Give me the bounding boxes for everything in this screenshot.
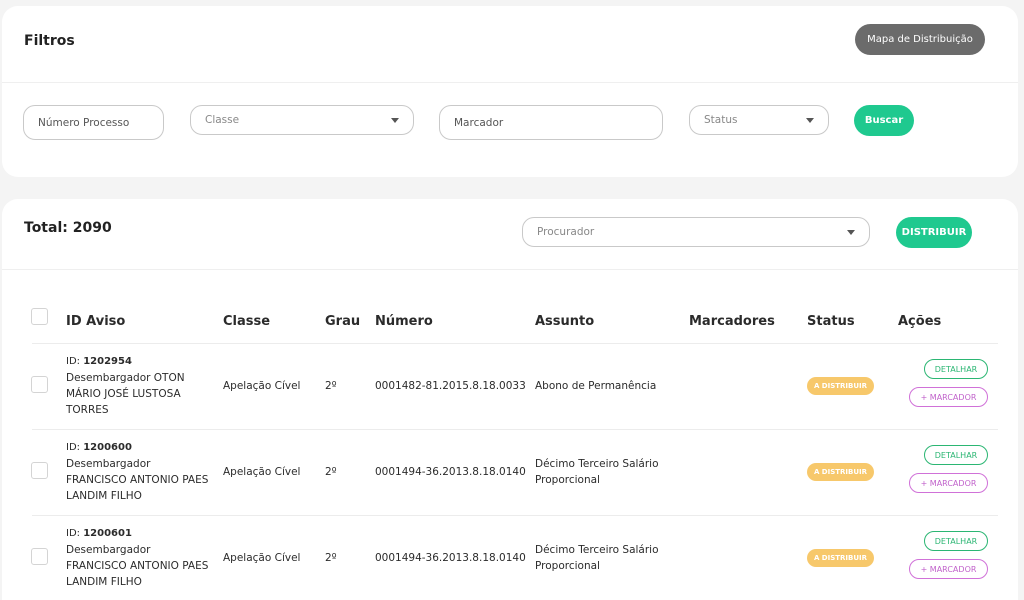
judge-name-line: FRANCISCO ANTONIO PAES bbox=[66, 474, 209, 486]
notice-id: ID: 1200601 bbox=[66, 528, 132, 539]
notice-info: ID: 1202954 Desembargador OTON MÁRIO JOS… bbox=[66, 354, 185, 418]
chevron-down-icon bbox=[847, 230, 855, 235]
notice-id: ID: 1202954 bbox=[66, 356, 132, 367]
status-badge: A DISTRIBUIR bbox=[807, 377, 874, 395]
notice-id: ID: 1200600 bbox=[66, 442, 132, 453]
filters-panel: Filtros Mapa de Distribuição Número Proc… bbox=[2, 6, 1018, 177]
col-id-aviso[interactable]: ID Aviso bbox=[66, 314, 125, 329]
judge-name-line: MÁRIO JOSÉ LUSTOSA bbox=[66, 388, 181, 400]
notice-info: ID: 1200600 Desembargador FRANCISCO ANTO… bbox=[66, 440, 208, 504]
add-marker-button[interactable]: + MARCADOR bbox=[909, 559, 988, 579]
classe-cell: Apelação Cível bbox=[223, 552, 301, 564]
distribute-button[interactable]: DISTRIBUIR bbox=[896, 217, 972, 248]
classe-cell: Apelação Cível bbox=[223, 466, 301, 478]
col-assunto[interactable]: Assunto bbox=[535, 314, 594, 329]
header-divider bbox=[32, 343, 998, 344]
col-status[interactable]: Status bbox=[807, 314, 855, 329]
class-select-value: Classe bbox=[205, 114, 240, 126]
judge-name-line: Desembargador bbox=[66, 458, 151, 470]
judge-name-line: LANDIM FILHO bbox=[66, 490, 142, 502]
detail-button[interactable]: DETALHAR bbox=[924, 359, 988, 379]
add-marker-button[interactable]: + MARCADOR bbox=[909, 387, 988, 407]
detail-button[interactable]: DETALHAR bbox=[924, 445, 988, 465]
prosecutor-select[interactable]: Procurador bbox=[522, 217, 870, 247]
status-select-value: Status bbox=[704, 114, 738, 126]
results-panel: Total: 2090 Procurador DISTRIBUIR ID Avi… bbox=[2, 199, 1018, 600]
col-numero[interactable]: Número bbox=[375, 314, 433, 329]
judge-name-line: TORRES bbox=[66, 404, 109, 416]
status-select[interactable]: Status bbox=[689, 105, 829, 135]
detail-button[interactable]: DETALHAR bbox=[924, 531, 988, 551]
results-divider bbox=[2, 269, 1018, 270]
status-badge: A DISTRIBUIR bbox=[807, 549, 874, 567]
col-acoes: Ações bbox=[898, 314, 942, 329]
filters-divider bbox=[2, 82, 1018, 83]
judge-name-line: FRANCISCO ANTONIO PAES bbox=[66, 560, 209, 572]
assunto-line: Proporcional bbox=[535, 560, 600, 572]
assunto-cell: Décimo Terceiro Salário Proporcional bbox=[535, 456, 659, 488]
col-marcadores[interactable]: Marcadores bbox=[689, 314, 775, 329]
select-all-checkbox[interactable] bbox=[31, 308, 48, 325]
classe-cell: Apelação Cível bbox=[223, 380, 301, 392]
row-divider bbox=[32, 429, 998, 430]
chevron-down-icon bbox=[806, 118, 814, 123]
col-grau[interactable]: Grau bbox=[325, 314, 360, 329]
grau-cell: 2º bbox=[325, 552, 337, 564]
grau-cell: 2º bbox=[325, 466, 337, 478]
assunto-line: Abono de Permanência bbox=[535, 380, 657, 392]
numero-cell: 0001482-81.2015.8.18.0033 bbox=[375, 380, 526, 392]
marker-input[interactable]: Marcador bbox=[439, 105, 663, 140]
class-select[interactable]: Classe bbox=[190, 105, 414, 135]
col-classe[interactable]: Classe bbox=[223, 314, 270, 329]
grau-cell: 2º bbox=[325, 380, 337, 392]
status-badge: A DISTRIBUIR bbox=[807, 463, 874, 481]
row-checkbox[interactable] bbox=[31, 462, 48, 479]
numero-cell: 0001494-36.2013.8.18.0140 bbox=[375, 466, 526, 478]
assunto-line: Décimo Terceiro Salário bbox=[535, 544, 659, 556]
row-checkbox[interactable] bbox=[31, 376, 48, 393]
judge-name-line: Desembargador bbox=[66, 544, 151, 556]
judge-name-line: LANDIM FILHO bbox=[66, 576, 142, 588]
process-number-input[interactable]: Número Processo bbox=[23, 105, 164, 140]
notice-info: ID: 1200601 Desembargador FRANCISCO ANTO… bbox=[66, 526, 208, 590]
filters-title: Filtros bbox=[24, 33, 75, 49]
prosecutor-select-value: Procurador bbox=[537, 226, 595, 238]
numero-cell: 0001494-36.2013.8.18.0140 bbox=[375, 552, 526, 564]
row-divider bbox=[32, 515, 998, 516]
total-count: Total: 2090 bbox=[24, 220, 112, 236]
assunto-line: Décimo Terceiro Salário bbox=[535, 458, 659, 470]
assunto-cell: Décimo Terceiro Salário Proporcional bbox=[535, 542, 659, 574]
row-checkbox[interactable] bbox=[31, 548, 48, 565]
add-marker-button[interactable]: + MARCADOR bbox=[909, 473, 988, 493]
assunto-cell: Abono de Permanência bbox=[535, 378, 656, 394]
assunto-line: Proporcional bbox=[535, 474, 600, 486]
search-button[interactable]: Buscar bbox=[854, 105, 914, 136]
judge-name-line: Desembargador OTON bbox=[66, 372, 185, 384]
chevron-down-icon bbox=[391, 118, 399, 123]
distribution-map-button[interactable]: Mapa de Distribuição bbox=[855, 24, 985, 55]
